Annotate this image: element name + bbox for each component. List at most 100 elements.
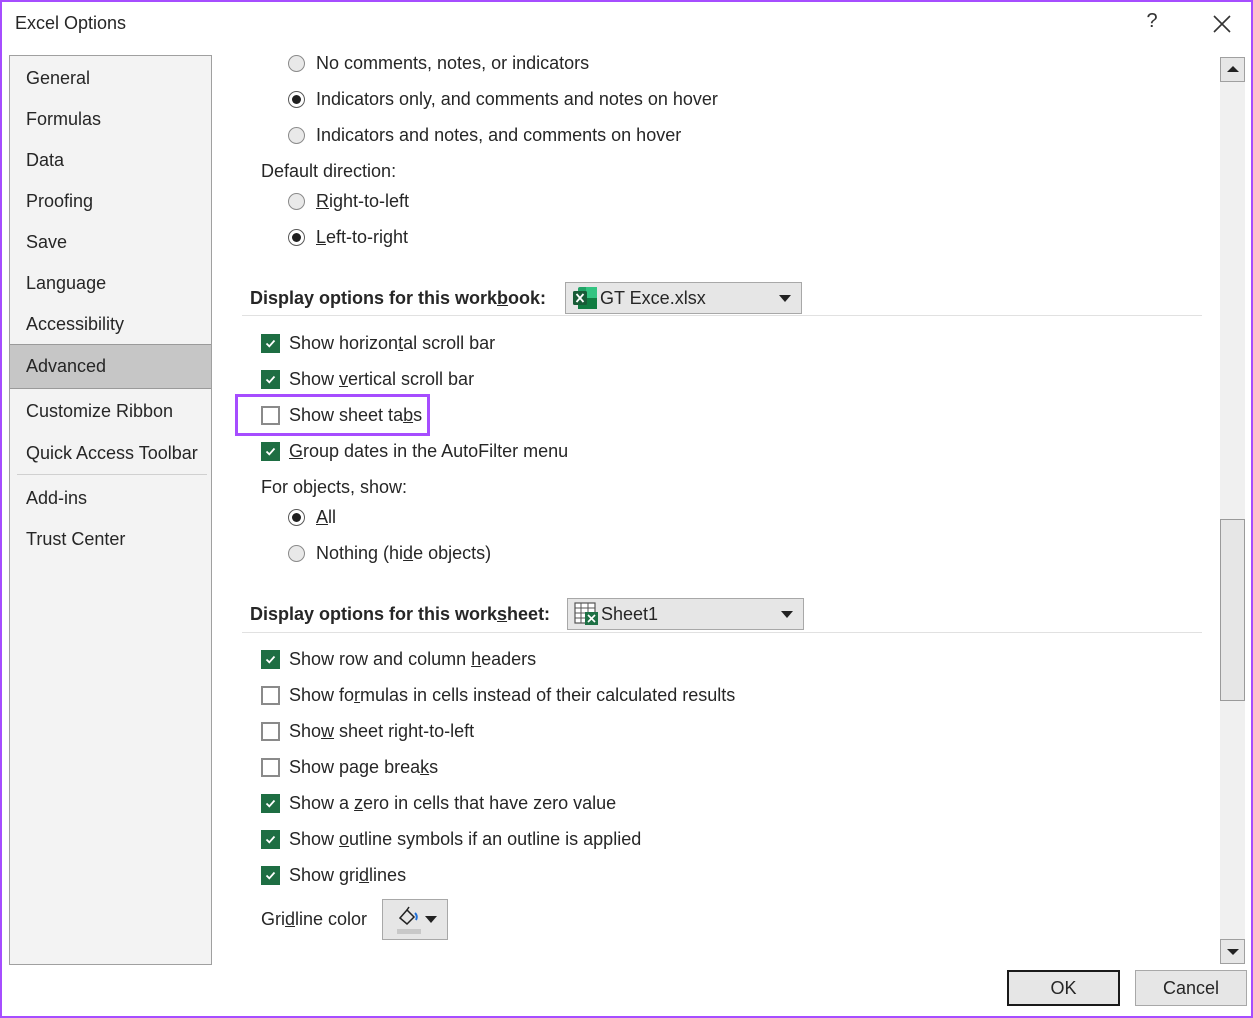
close-icon (1213, 15, 1231, 33)
scroll-down-button[interactable] (1220, 939, 1245, 964)
checkbox-label: Show sheet right-to-left (289, 720, 475, 741)
checkbox-row-column-headers[interactable]: Show row and column headers (261, 646, 536, 672)
sidebar-item-general[interactable]: General (10, 58, 211, 98)
checkbox[interactable] (261, 685, 280, 705)
sidebar-item-customize-ribbon[interactable]: Customize Ribbon (10, 391, 211, 431)
checkbox[interactable] (261, 793, 280, 813)
radio-label: No comments, notes, or indicators (316, 52, 590, 73)
help-button[interactable]: ? (1140, 10, 1164, 38)
radio-button[interactable] (288, 192, 305, 210)
checkbox-label: Show page breaks (289, 756, 439, 777)
default-direction-label: Default direction: (261, 160, 397, 181)
checkbox-show-gridlines[interactable]: Show gridlines (261, 862, 406, 888)
radio-button[interactable] (288, 228, 305, 246)
radio-button[interactable] (288, 126, 305, 144)
checkbox-label: Group dates in the AutoFilter menu (289, 440, 569, 461)
checkmark-icon (265, 339, 276, 348)
sidebar-item-formulas[interactable]: Formulas (10, 99, 211, 139)
sidebar-item-advanced[interactable]: Advanced (10, 344, 211, 389)
section-divider (242, 315, 1202, 316)
radio-label: All (316, 506, 337, 527)
radio-objects-all[interactable]: All (288, 504, 336, 530)
excel-options-dialog: Excel Options ? General Formulas Data Pr… (0, 0, 1253, 1018)
radio-indicators-and-notes[interactable]: Indicators and notes, and comments on ho… (288, 122, 681, 148)
checkbox-sheet-right-to-left[interactable]: Show sheet right-to-left (261, 718, 474, 744)
radio-label: Indicators only, and comments and notes … (316, 88, 718, 109)
sidebar-item-trust-center[interactable]: Trust Center (10, 519, 211, 559)
sidebar-item-language[interactable]: Language (10, 263, 211, 303)
checkbox-horizontal-scroll-bar[interactable]: Show horizontal scroll bar (261, 330, 495, 356)
ok-button[interactable]: OK (1007, 970, 1120, 1006)
checkbox-label: Show horizontal scroll bar (289, 332, 496, 353)
checkbox[interactable] (261, 405, 280, 425)
worksheet-select-value: Sheet1 (601, 603, 659, 624)
checkbox-label: Show gridlines (289, 864, 407, 885)
radio-objects-nothing[interactable]: Nothing (hide objects) (288, 540, 491, 566)
checkbox[interactable] (261, 369, 280, 389)
gridline-color-picker[interactable] (382, 899, 448, 940)
checkbox[interactable] (261, 757, 280, 777)
checkmark-icon (265, 871, 276, 880)
checkbox-label: Show vertical scroll bar (289, 368, 475, 389)
dialog-title: Excel Options (15, 13, 127, 33)
workbook-section-heading: Display options for this workbook: (250, 288, 547, 308)
checkbox-outline-symbols[interactable]: Show outline symbols if an outline is ap… (261, 826, 641, 852)
checkbox[interactable] (261, 649, 280, 669)
radio-label: Indicators and notes, and comments on ho… (316, 124, 682, 145)
sidebar-item-save[interactable]: Save (10, 222, 211, 262)
scroll-up-button[interactable] (1220, 57, 1245, 82)
scrollbar-thumb[interactable] (1220, 519, 1245, 701)
radio-button[interactable] (288, 90, 305, 108)
checkmark-icon (265, 799, 276, 808)
checkbox-show-zero[interactable]: Show a zero in cells that have zero valu… (261, 790, 616, 816)
sidebar-item-accessibility[interactable]: Accessibility (10, 304, 211, 344)
cancel-button[interactable]: Cancel (1135, 970, 1247, 1006)
checkmark-icon (265, 375, 276, 384)
checkmark-icon (265, 447, 276, 456)
chevron-down-icon (425, 916, 437, 923)
checkbox[interactable] (261, 829, 280, 849)
objects-show-label: For objects, show: (261, 476, 408, 497)
radio-indicators-only[interactable]: Indicators only, and comments and notes … (288, 86, 718, 112)
checkbox[interactable] (261, 865, 280, 885)
radio-label: Nothing (hide objects) (316, 542, 492, 563)
workbook-select-value: GT Exce.xlsx (600, 287, 706, 308)
radio-button[interactable] (288, 508, 305, 526)
vertical-scrollbar[interactable] (1220, 57, 1245, 964)
checkbox-page-breaks[interactable]: Show page breaks (261, 754, 438, 780)
radio-left-to-right[interactable]: Left-to-right (288, 224, 408, 250)
worksheet-select[interactable]: Sheet1 (567, 598, 804, 630)
arrow-down-icon (1227, 949, 1239, 955)
checkbox-group-dates[interactable]: Group dates in the AutoFilter menu (261, 438, 568, 464)
checkbox-label: Show sheet tabs (289, 404, 423, 425)
checkbox[interactable] (261, 333, 280, 353)
radio-no-comments[interactable]: No comments, notes, or indicators (288, 50, 589, 76)
checkbox-label: Show a zero in cells that have zero valu… (289, 792, 617, 813)
radio-right-to-left[interactable]: Right-to-left (288, 188, 409, 214)
sidebar-divider (17, 474, 207, 475)
workbook-select[interactable]: GT Exce.xlsx (565, 282, 802, 314)
radio-label: Right-to-left (316, 190, 410, 211)
gridline-color-label: Gri d line color (261, 908, 368, 929)
sidebar-item-add-ins[interactable]: Add-ins (10, 478, 211, 518)
arrow-up-icon (1227, 66, 1239, 72)
radio-button[interactable] (288, 544, 305, 562)
excel-sheet-icon (574, 602, 598, 625)
checkbox-vertical-scroll-bar[interactable]: Show vertical scroll bar (261, 366, 474, 392)
sidebar-item-quick-access-toolbar[interactable]: Quick Access Toolbar (10, 433, 211, 473)
checkbox-label: Show outline symbols if an outline is ap… (289, 828, 642, 849)
checkbox-label: Show row and column headers (289, 648, 537, 669)
paint-bucket-icon (397, 906, 421, 934)
checkbox-show-formulas[interactable]: Show formulas in cells instead of their … (261, 682, 735, 708)
worksheet-section-heading: Display options for this worksheet: (250, 604, 551, 624)
close-button[interactable] (1208, 10, 1236, 38)
radio-label: Left-to-right (316, 226, 409, 247)
radio-button[interactable] (288, 54, 305, 72)
excel-file-icon (573, 287, 597, 309)
sidebar-item-proofing[interactable]: Proofing (10, 181, 211, 221)
sidebar-item-data[interactable]: Data (10, 140, 211, 180)
checkbox-show-sheet-tabs[interactable]: Show sheet tabs (261, 402, 422, 428)
checkmark-icon (265, 835, 276, 844)
checkbox[interactable] (261, 721, 280, 741)
checkbox[interactable] (261, 441, 280, 461)
